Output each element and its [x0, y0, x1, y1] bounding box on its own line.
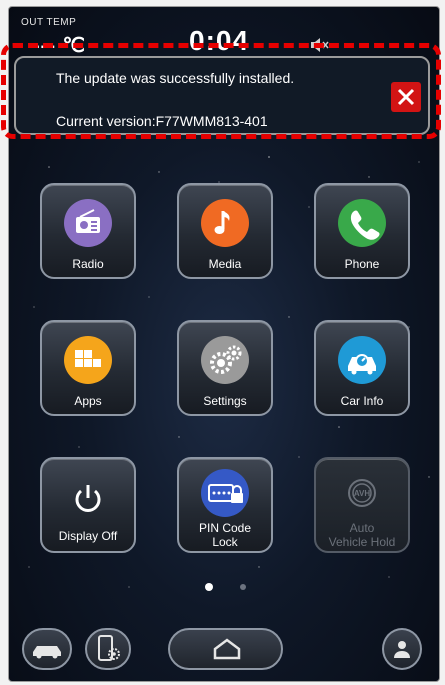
car-button[interactable] — [22, 628, 72, 670]
gears-icon — [201, 336, 249, 384]
pin-code-lock-label-line2: Lock — [212, 535, 238, 549]
page-dot-2[interactable] — [240, 584, 246, 590]
radio-tile[interactable]: Radio — [40, 183, 136, 279]
music-note-icon — [201, 199, 249, 247]
car-info-icon — [338, 336, 386, 384]
pin-code-lock-tile[interactable]: PIN Code Lock — [177, 457, 273, 553]
outside-temp-label: OUT TEMP — [21, 17, 77, 28]
pin-code-lock-label-line1: PIN Code — [198, 521, 252, 535]
auto-vehicle-hold-label-line2: Vehicle Hold — [328, 535, 396, 549]
car-icon — [33, 646, 61, 659]
pin-lock-icon — [201, 469, 249, 517]
power-icon — [64, 473, 112, 521]
svg-text:AVH: AVH — [354, 489, 371, 498]
apps-grid-icon — [64, 336, 112, 384]
avh-icon: AVH — [338, 469, 386, 517]
apps-label: Apps — [74, 394, 102, 408]
profile-button[interactable] — [382, 628, 422, 670]
phone-settings-icon — [98, 635, 120, 661]
radio-label: Radio — [72, 257, 104, 271]
media-tile[interactable]: Media — [177, 183, 273, 279]
phone-icon — [338, 199, 386, 247]
car-info-label: Car Info — [340, 394, 384, 408]
display-off-tile[interactable]: Display Off — [40, 457, 136, 553]
radio-icon — [64, 199, 112, 247]
media-label: Media — [208, 257, 242, 271]
apps-tile[interactable]: Apps — [40, 320, 136, 416]
phone-settings-button[interactable] — [85, 628, 131, 670]
auto-vehicle-hold-label-line1: Auto — [349, 521, 375, 535]
highlight-dashed-border — [1, 43, 441, 139]
person-icon — [394, 641, 410, 658]
phone-tile[interactable]: Phone — [314, 183, 410, 279]
home-button[interactable] — [168, 628, 283, 670]
car-info-tile[interactable]: Car Info — [314, 320, 410, 416]
display-off-label: Display Off — [58, 529, 118, 543]
phone-label: Phone — [344, 257, 380, 271]
settings-label: Settings — [203, 394, 247, 408]
page-indicator — [200, 583, 250, 593]
auto-vehicle-hold-tile: AVH Auto Vehicle Hold — [314, 457, 410, 553]
bottom-bar — [0, 620, 445, 674]
settings-tile[interactable]: Settings — [177, 320, 273, 416]
home-icon — [213, 638, 241, 660]
page-dot-1[interactable] — [205, 583, 213, 591]
